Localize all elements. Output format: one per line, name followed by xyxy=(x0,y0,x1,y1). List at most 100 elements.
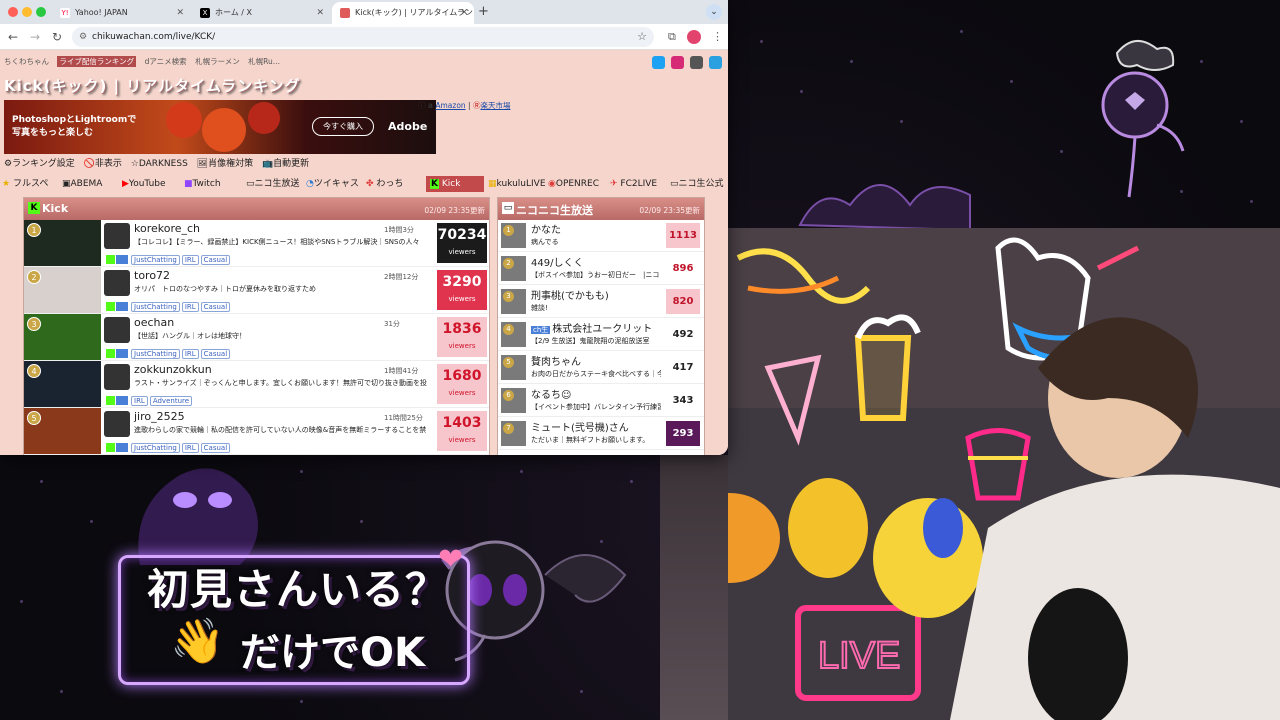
nico-thumbnail[interactable]: 1 xyxy=(501,223,526,248)
instagram-icon[interactable] xyxy=(671,56,684,69)
auto-refresh-button[interactable]: 📺自動更新 xyxy=(262,159,309,169)
category-tag[interactable]: IRL xyxy=(181,301,199,312)
platform-tab[interactable]: ◉OPENREC xyxy=(548,176,599,192)
ranking-settings-button[interactable]: ⚙ランキング設定 xyxy=(4,159,75,169)
site-info-icon[interactable]: ⚙ xyxy=(79,27,87,47)
streamer-avatar[interactable] xyxy=(104,270,130,296)
ad-buy-button[interactable]: 今すぐ購入 xyxy=(312,117,374,136)
forward-icon[interactable]: → xyxy=(30,29,40,45)
rakuten-link[interactable]: 楽天市場 xyxy=(480,101,510,110)
nico-row-name[interactable]: かなた xyxy=(531,221,561,236)
nico-thumbnail[interactable]: 2 xyxy=(501,256,526,281)
menu-icon[interactable]: ⋮ xyxy=(712,30,723,43)
nico-row-name[interactable]: 刑事桃(でかもも) xyxy=(531,287,609,302)
discord-icon[interactable] xyxy=(690,56,703,69)
platform-tab[interactable]: ✈ FC2LIVE xyxy=(610,176,657,192)
darkness-toggle[interactable]: ☆DARKNESS xyxy=(131,159,188,169)
platform-tab[interactable]: ✤ わっち xyxy=(366,176,403,192)
nico-ranking-row[interactable]: 4 ch生 株式会社ユークリット 【2/9 生放送】鬼龍院翔の泥船放送室 492 xyxy=(498,319,704,351)
category-tag[interactable]: JustChatting xyxy=(131,348,180,359)
nav-chikuwa[interactable]: ちくわちゃん xyxy=(4,57,49,66)
stream-thumbnail[interactable]: 3 xyxy=(24,314,101,360)
category-tag[interactable]: Adventure xyxy=(149,395,193,406)
minimize-window-button[interactable] xyxy=(22,7,32,17)
stream-thumbnail[interactable]: 5 xyxy=(24,408,101,454)
streamer-avatar[interactable] xyxy=(104,411,130,437)
new-tab-button[interactable]: + xyxy=(478,0,489,24)
platform-tab[interactable]: ▣ABEMA xyxy=(62,176,102,192)
category-tag[interactable]: IRL xyxy=(131,395,148,406)
nav-danime[interactable]: dアニメ検索 xyxy=(145,57,187,66)
category-tag[interactable]: IRL xyxy=(181,348,199,359)
streamer-avatar[interactable] xyxy=(104,317,130,343)
close-tab-icon[interactable]: ✕ xyxy=(316,2,324,24)
nico-thumbnail[interactable]: 5 xyxy=(501,355,526,380)
extensions-icon[interactable]: ⧉ xyxy=(668,30,676,44)
streamer-name[interactable]: korekore_ch xyxy=(134,222,200,235)
streamer-avatar[interactable] xyxy=(104,364,130,390)
category-tag[interactable]: Casual xyxy=(200,348,231,359)
streamer-name[interactable]: oechan xyxy=(134,316,174,329)
platform-tab[interactable]: ▶YouTube xyxy=(122,176,166,192)
category-tag[interactable]: JustChatting xyxy=(131,442,180,453)
platform-tab[interactable]: ★ フルスペ xyxy=(2,176,48,192)
category-tag[interactable]: JustChatting xyxy=(131,301,180,312)
platform-tab-kick[interactable]: K Kick xyxy=(426,176,484,192)
bluesky-icon[interactable] xyxy=(709,56,722,69)
nico-row-name[interactable]: ch生 株式会社ユークリット xyxy=(531,320,652,335)
maximize-window-button[interactable] xyxy=(36,7,46,17)
kick-ranking-row[interactable]: 4 zokkunzokkun 1時間41分 ラスト・サンライズ｜ぞっくんと申しま… xyxy=(24,361,489,408)
streamer-avatar[interactable] xyxy=(104,223,130,249)
platform-tab[interactable]: ▦kukuluLIVE xyxy=(488,176,546,192)
back-icon[interactable]: ← xyxy=(8,29,18,45)
amazon-link[interactable]: Amazon xyxy=(435,101,465,110)
bookmark-star-icon[interactable]: ☆ xyxy=(637,27,647,47)
nico-ranking-row[interactable]: 6 なるち☺ 【イベント参加中】バレンタイン予行練習 343 xyxy=(498,385,704,417)
category-tag[interactable]: Casual xyxy=(200,301,231,312)
url-field[interactable]: ⚙ chikuwachan.com/live/KCK/ ☆ xyxy=(72,27,654,47)
nico-ranking-row[interactable]: 1 かなた 病んでる 1113 xyxy=(498,220,704,252)
nav-sapporo-ru[interactable]: 札幌Ru... xyxy=(248,57,280,66)
nico-row-name[interactable]: 449/しくく xyxy=(531,254,583,269)
platform-tab[interactable]: ◔ツイキャス xyxy=(306,176,359,192)
nico-thumbnail[interactable]: 4 xyxy=(501,322,526,347)
portrait-rights-button[interactable]: 🖼肖像権対策 xyxy=(197,159,253,169)
nico-thumbnail[interactable]: 6 xyxy=(501,388,526,413)
tab-yahoo[interactable]: Y! Yahoo! JAPAN ✕ xyxy=(52,2,190,24)
ad-banner[interactable]: PhotoshopとLightroomで 写真をもっと楽しむ 今すぐ購入 Adob… xyxy=(4,100,436,154)
streamer-name[interactable]: zokkunzokkun xyxy=(134,363,212,376)
nav-live-ranking[interactable]: ライブ配信ランキング xyxy=(57,56,137,67)
twitter-icon[interactable] xyxy=(652,56,665,69)
reload-icon[interactable]: ↻ xyxy=(52,29,62,45)
tab-kick-ranking[interactable]: Kick(キック) | リアルタイムラン ✕ xyxy=(332,2,474,24)
category-tag[interactable]: Casual xyxy=(200,254,231,265)
kick-ranking-row[interactable]: 2 toro72 2時間12分 オリパ トロのなつやすみ｜トロが夏休みを取り返す… xyxy=(24,267,489,314)
close-tab-icon[interactable]: ✕ xyxy=(176,2,184,24)
stream-thumbnail[interactable]: 1 xyxy=(24,220,101,266)
category-tag[interactable]: JustChatting xyxy=(131,254,180,265)
nico-ranking-row[interactable]: 2 449/しくく 【ボスイベ参加】うおー初日だー |ニコ 896 xyxy=(498,253,704,285)
platform-tab[interactable]: ▭ニコ生公式 xyxy=(670,176,724,192)
tab-search-icon[interactable]: ⌄ xyxy=(706,4,722,20)
kick-ranking-row[interactable]: 1 korekore_ch 1時間3分 【コレコレ】【ミラー、録画禁止】KICK… xyxy=(24,220,489,267)
kick-ranking-row[interactable]: 5 jiro_2525 11時間25分 進歌わらしの家で競輪｜私の配信を許可して… xyxy=(24,408,489,455)
nico-row-name[interactable]: 贅肉ちゃん xyxy=(531,353,581,368)
stream-thumbnail[interactable]: 2 xyxy=(24,267,101,313)
close-tab-icon[interactable]: ✕ xyxy=(460,2,468,24)
category-tag[interactable]: IRL xyxy=(181,254,199,265)
nico-thumbnail[interactable]: 3 xyxy=(501,289,526,314)
platform-tab[interactable]: ▭ニコ生放送 xyxy=(246,176,300,192)
nico-ranking-row[interactable]: 3 刑事桃(でかもも) 雑談! 820 xyxy=(498,286,704,318)
streamer-name[interactable]: toro72 xyxy=(134,269,170,282)
close-window-button[interactable] xyxy=(8,7,18,17)
kick-ranking-row[interactable]: 3 oechan 31分 【世話】ハングル｜オレは地球守！ JustChatti… xyxy=(24,314,489,361)
ad-info-icon[interactable]: ⓘ xyxy=(418,101,426,110)
category-tag[interactable]: Casual xyxy=(200,442,231,453)
profile-avatar[interactable] xyxy=(687,30,701,44)
nico-row-name[interactable]: なるち☺ xyxy=(531,386,571,401)
nico-thumbnail[interactable]: 7 xyxy=(501,421,526,446)
nico-ranking-row[interactable]: 5 贅肉ちゃん お肉の日だからステーキ食べ比べする｜今 417 xyxy=(498,352,704,384)
platform-tab[interactable]: ■Twitch xyxy=(184,176,221,192)
streamer-name[interactable]: jiro_2525 xyxy=(134,410,185,423)
category-tag[interactable]: IRL xyxy=(181,442,199,453)
